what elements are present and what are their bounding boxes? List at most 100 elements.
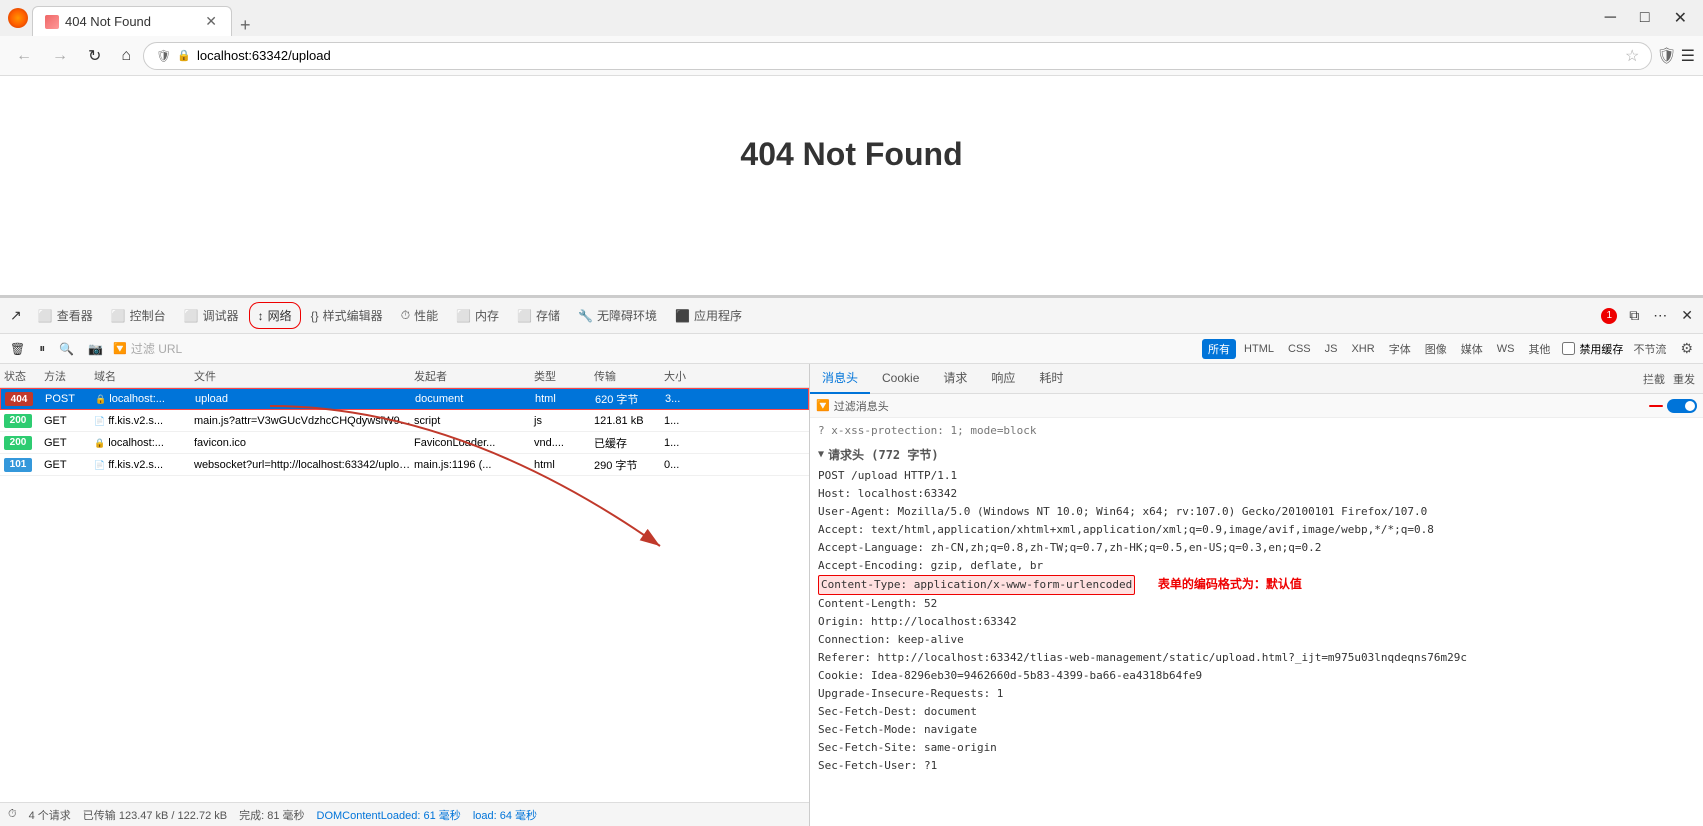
detail-tab-cookies[interactable]: Cookie bbox=[870, 364, 931, 394]
table-row[interactable]: 200 GET 🔒 localhost:... favicon.ico Favi… bbox=[0, 432, 809, 454]
status-badge: 200 bbox=[4, 436, 44, 450]
close-devtools-button[interactable]: ✕ bbox=[1675, 303, 1699, 328]
trash-button[interactable]: 🗑 bbox=[6, 340, 29, 358]
minimize-button[interactable]: ─ bbox=[1597, 5, 1624, 31]
transfer-size: 已传输 123.47 kB / 122.72 kB bbox=[83, 807, 227, 823]
search-button[interactable]: 🔍 bbox=[55, 340, 78, 358]
pause-button[interactable]: ⏸ bbox=[35, 339, 49, 358]
performance-icon: ⏱ bbox=[401, 308, 410, 323]
devtools-tab-memory[interactable]: ⬜ 内存 bbox=[448, 303, 507, 328]
table-header: 状态 方法 域名 文件 发起者 类型 传输 大小 bbox=[0, 364, 809, 388]
request-headers-label: 请求头 (772 字节) bbox=[828, 446, 939, 463]
disable-cache-checkbox-wrap[interactable]: 禁用缓存 bbox=[1562, 341, 1623, 357]
devtools-tab-storage[interactable]: ⬜ 存储 bbox=[509, 303, 568, 328]
row-method: GET bbox=[44, 415, 94, 427]
filter-bar: 🔽 过滤消息头 bbox=[810, 394, 1703, 418]
col-header-size: 大小 bbox=[664, 368, 704, 384]
devtools-tab-console[interactable]: ⬜ 控制台 bbox=[103, 303, 174, 328]
filter-xhr[interactable]: XHR bbox=[1345, 339, 1380, 359]
camera-button[interactable]: 📷 bbox=[84, 340, 107, 358]
home-button[interactable]: ⌂ bbox=[113, 43, 139, 69]
devtools-toolbar: ↗ ⬜ 查看器 ⬜ 控制台 ⬜ 调试器 ↕ 网络 {} 样式编辑器 ⏱ 性能 ⬜… bbox=[0, 298, 1703, 334]
filter-html[interactable]: HTML bbox=[1238, 339, 1280, 359]
table-row[interactable]: 200 GET 📄 ff.kis.v2.s... main.js?attr=V3… bbox=[0, 410, 809, 432]
row-initiator: script bbox=[414, 415, 534, 427]
bookmark-button[interactable]: ☆ bbox=[1625, 46, 1639, 66]
row-initiator: main.js:1196 (... bbox=[414, 459, 534, 471]
row-size: 3... bbox=[665, 393, 705, 405]
devtools-inspect-button[interactable]: ↗ bbox=[4, 303, 28, 328]
load-time[interactable]: load: 64 毫秒 bbox=[473, 807, 537, 823]
active-tab[interactable]: 404 Not Found ✕ bbox=[32, 6, 232, 36]
back-button[interactable]: ← bbox=[8, 43, 40, 69]
row-initiator: document bbox=[415, 393, 535, 405]
throttle-dropdown[interactable]: 不节流 bbox=[1629, 339, 1670, 359]
devtools-tab-inspector[interactable]: ⬜ 查看器 bbox=[30, 303, 101, 328]
devtools-tab-debugger[interactable]: ⬜ 调试器 bbox=[176, 303, 247, 328]
status-bar: ⏱ 4 个请求 已传输 123.47 kB / 122.72 kB 完成: 81… bbox=[0, 802, 809, 826]
detail-tab-response[interactable]: 响应 bbox=[979, 364, 1027, 394]
disable-cache-checkbox[interactable] bbox=[1562, 342, 1575, 355]
table-row[interactable]: 101 GET 📄 ff.kis.v2.s... websocket?url=h… bbox=[0, 454, 809, 476]
row-method: GET bbox=[44, 459, 94, 471]
annotation-text: 表单的编码格式为：默认值 bbox=[1158, 577, 1302, 591]
detail-tab-headers[interactable]: 消息头 bbox=[810, 364, 870, 394]
row-size: 1... bbox=[664, 437, 704, 449]
page-icon: 📄 bbox=[94, 416, 105, 426]
protocol-icon: 🔒 bbox=[177, 49, 191, 62]
console-icon: ⬜ bbox=[111, 309, 126, 323]
filter-media[interactable]: 媒体 bbox=[1455, 339, 1489, 359]
network-icon: ↕ bbox=[258, 309, 264, 323]
maximize-button[interactable]: □ bbox=[1632, 5, 1658, 31]
header-xss: ? x-xss-protection: 1; mode=block bbox=[818, 422, 1695, 440]
filter-url-label: 过滤 URL bbox=[131, 340, 182, 357]
settings-button[interactable]: ⚙ bbox=[1676, 338, 1697, 359]
collapse-icon[interactable]: ▼ bbox=[818, 449, 824, 460]
reload-button[interactable]: ↻ bbox=[80, 42, 109, 70]
row-domain: 🔒 localhost:... bbox=[95, 393, 195, 405]
devtools-tab-style-editor[interactable]: {} 样式编辑器 bbox=[303, 303, 391, 328]
address-bar[interactable] bbox=[197, 48, 1619, 63]
accessibility-icon: 🔧 bbox=[578, 309, 593, 323]
dom-content-loaded[interactable]: DOMContentLoaded: 61 毫秒 bbox=[317, 807, 461, 823]
raw-toggle-label bbox=[1649, 405, 1663, 407]
devtools-tab-application[interactable]: ⬛ 应用程序 bbox=[667, 303, 750, 328]
new-tab-button[interactable]: + bbox=[232, 15, 259, 36]
nav-right: 🛡 ☰ bbox=[1656, 46, 1695, 66]
debugger-icon: ⬜ bbox=[184, 309, 199, 323]
page-heading: 404 Not Found bbox=[740, 136, 962, 173]
row-initiator: FaviconLoader... bbox=[414, 437, 534, 449]
header-line-5: Accept-Encoding: gzip, deflate, br bbox=[818, 557, 1695, 575]
tab-title: 404 Not Found bbox=[65, 14, 197, 29]
status-badge: 101 bbox=[4, 458, 44, 472]
filter-js[interactable]: JS bbox=[1319, 339, 1344, 359]
tab-close-button[interactable]: ✕ bbox=[203, 11, 219, 32]
detail-tab-request[interactable]: 请求 bbox=[931, 364, 979, 394]
filter-other[interactable]: 其他 bbox=[1522, 339, 1556, 359]
more-tools-button[interactable]: ⋯ bbox=[1647, 303, 1673, 328]
forward-button[interactable]: → bbox=[44, 43, 76, 69]
window-controls: ─ □ ✕ bbox=[1597, 4, 1695, 32]
devtools-tab-network[interactable]: ↕ 网络 bbox=[249, 302, 301, 329]
devtools-tab-accessibility[interactable]: 🔧 无障碍环境 bbox=[570, 303, 665, 328]
table-row[interactable]: 404 POST 🔒 localhost:... upload document… bbox=[0, 388, 809, 410]
filter-image[interactable]: 图像 bbox=[1419, 339, 1453, 359]
menu-button[interactable]: ☰ bbox=[1681, 46, 1695, 66]
filter-all[interactable]: 所有 bbox=[1202, 339, 1236, 359]
filter-css[interactable]: CSS bbox=[1282, 339, 1317, 359]
header-line-12: Sec-Fetch-Dest: document bbox=[818, 703, 1695, 721]
header-line-4: Accept-Language: zh-CN,zh;q=0.8,zh-TW;q=… bbox=[818, 539, 1695, 557]
devtools-right-icons: ⧉ ⋯ ✕ bbox=[1623, 303, 1699, 328]
header-line-7: Origin: http://localhost:63342 bbox=[818, 613, 1695, 631]
shield-button[interactable]: 🛡 bbox=[1656, 46, 1676, 66]
close-button[interactable]: ✕ bbox=[1666, 4, 1695, 32]
raw-toggle-switch[interactable] bbox=[1667, 399, 1697, 413]
table-body: 404 POST 🔒 localhost:... upload document… bbox=[0, 388, 809, 802]
filter-font[interactable]: 字体 bbox=[1383, 339, 1417, 359]
filter-ws[interactable]: WS bbox=[1491, 339, 1521, 359]
devtools-tab-performance[interactable]: ⏱ 性能 bbox=[393, 303, 446, 328]
row-domain: 🔒 localhost:... bbox=[94, 437, 194, 449]
style-icon: {} bbox=[311, 309, 319, 323]
detail-tab-timing[interactable]: 耗时 bbox=[1027, 364, 1075, 394]
detach-button[interactable]: ⧉ bbox=[1623, 303, 1645, 328]
